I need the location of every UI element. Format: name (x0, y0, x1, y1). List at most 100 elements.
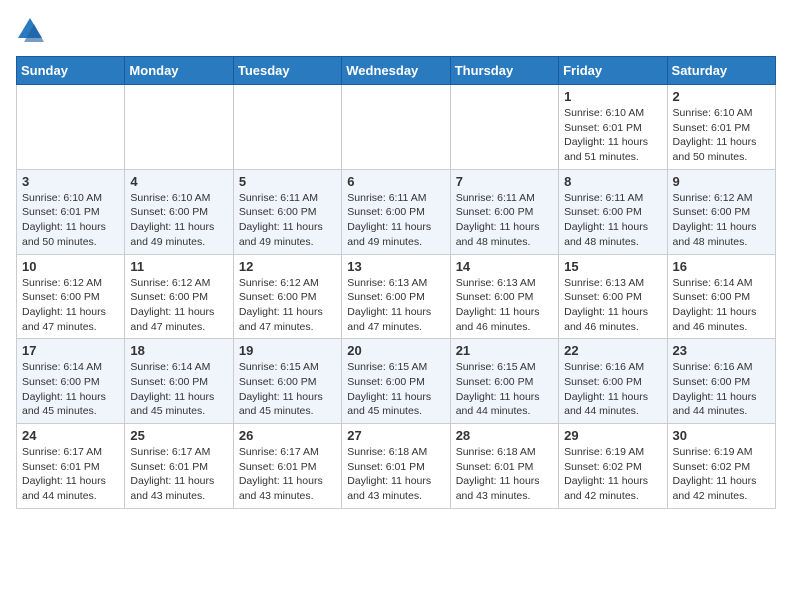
calendar-day-cell: 27 Sunrise: 6:18 AM Sunset: 6:01 PM Dayli… (342, 424, 450, 509)
day-of-week-header: Saturday (667, 57, 775, 85)
calendar-day-cell: 10 Sunrise: 6:12 AM Sunset: 6:00 PM Dayli… (17, 254, 125, 339)
day-number: 27 (347, 428, 444, 443)
calendar-day-cell (125, 85, 233, 170)
day-number: 3 (22, 174, 119, 189)
day-info: Sunrise: 6:14 AM Sunset: 6:00 PM Dayligh… (673, 276, 770, 335)
day-of-week-header: Friday (559, 57, 667, 85)
day-of-week-header: Sunday (17, 57, 125, 85)
day-info: Sunrise: 6:19 AM Sunset: 6:02 PM Dayligh… (564, 445, 661, 504)
calendar-header-row: SundayMondayTuesdayWednesdayThursdayFrid… (17, 57, 776, 85)
calendar-week-row: 17 Sunrise: 6:14 AM Sunset: 6:00 PM Dayli… (17, 339, 776, 424)
day-info: Sunrise: 6:11 AM Sunset: 6:00 PM Dayligh… (456, 191, 553, 250)
calendar-day-cell: 30 Sunrise: 6:19 AM Sunset: 6:02 PM Dayli… (667, 424, 775, 509)
day-info: Sunrise: 6:19 AM Sunset: 6:02 PM Dayligh… (673, 445, 770, 504)
calendar-week-row: 3 Sunrise: 6:10 AM Sunset: 6:01 PM Daylig… (17, 169, 776, 254)
day-number: 28 (456, 428, 553, 443)
calendar-day-cell: 8Sunrise: 6:11 AM Sunset: 6:00 PM Daylig… (559, 169, 667, 254)
day-info: Sunrise: 6:16 AM Sunset: 6:00 PM Dayligh… (673, 360, 770, 419)
day-info: Sunrise: 6:12 AM Sunset: 6:00 PM Dayligh… (22, 276, 119, 335)
day-info: Sunrise: 6:17 AM Sunset: 6:01 PM Dayligh… (22, 445, 119, 504)
calendar-day-cell: 14 Sunrise: 6:13 AM Sunset: 6:00 PM Dayli… (450, 254, 558, 339)
day-number: 5 (239, 174, 336, 189)
day-info: Sunrise: 6:12 AM Sunset: 6:00 PM Dayligh… (673, 191, 770, 250)
calendar-day-cell (342, 85, 450, 170)
day-of-week-header: Wednesday (342, 57, 450, 85)
day-info: Sunrise: 6:10 AM Sunset: 6:00 PM Dayligh… (130, 191, 227, 250)
calendar-day-cell: 21Sunrise: 6:15 AM Sunset: 6:00 PM Dayli… (450, 339, 558, 424)
calendar-day-cell (17, 85, 125, 170)
day-number: 30 (673, 428, 770, 443)
day-info: Sunrise: 6:11 AM Sunset: 6:00 PM Dayligh… (564, 191, 661, 250)
calendar-day-cell: 11Sunrise: 6:12 AM Sunset: 6:00 PM Dayli… (125, 254, 233, 339)
day-number: 6 (347, 174, 444, 189)
calendar-week-row: 1 Sunrise: 6:10 AM Sunset: 6:01 PM Daylig… (17, 85, 776, 170)
day-info: Sunrise: 6:11 AM Sunset: 6:00 PM Dayligh… (239, 191, 336, 250)
day-number: 15 (564, 259, 661, 274)
day-number: 13 (347, 259, 444, 274)
day-info: Sunrise: 6:15 AM Sunset: 6:00 PM Dayligh… (239, 360, 336, 419)
day-number: 1 (564, 89, 661, 104)
calendar-day-cell: 19 Sunrise: 6:15 AM Sunset: 6:00 PM Dayli… (233, 339, 341, 424)
day-info: Sunrise: 6:12 AM Sunset: 6:00 PM Dayligh… (239, 276, 336, 335)
day-number: 11 (130, 259, 227, 274)
calendar-day-cell: 28 Sunrise: 6:18 AM Sunset: 6:01 PM Dayli… (450, 424, 558, 509)
day-number: 23 (673, 343, 770, 358)
day-info: Sunrise: 6:14 AM Sunset: 6:00 PM Dayligh… (22, 360, 119, 419)
day-number: 10 (22, 259, 119, 274)
calendar-week-row: 24 Sunrise: 6:17 AM Sunset: 6:01 PM Dayli… (17, 424, 776, 509)
calendar-day-cell: 17 Sunrise: 6:14 AM Sunset: 6:00 PM Dayli… (17, 339, 125, 424)
calendar-day-cell: 16 Sunrise: 6:14 AM Sunset: 6:00 PM Dayli… (667, 254, 775, 339)
day-number: 24 (22, 428, 119, 443)
day-number: 14 (456, 259, 553, 274)
page-header (16, 16, 776, 44)
day-number: 2 (673, 89, 770, 104)
day-info: Sunrise: 6:14 AM Sunset: 6:00 PM Dayligh… (130, 360, 227, 419)
day-number: 4 (130, 174, 227, 189)
calendar-day-cell: 23 Sunrise: 6:16 AM Sunset: 6:00 PM Dayli… (667, 339, 775, 424)
day-number: 19 (239, 343, 336, 358)
day-info: Sunrise: 6:15 AM Sunset: 6:00 PM Dayligh… (347, 360, 444, 419)
calendar-day-cell: 22Sunrise: 6:16 AM Sunset: 6:00 PM Dayli… (559, 339, 667, 424)
calendar-day-cell: 2 Sunrise: 6:10 AM Sunset: 6:01 PM Daylig… (667, 85, 775, 170)
calendar-day-cell: 7 Sunrise: 6:11 AM Sunset: 6:00 PM Daylig… (450, 169, 558, 254)
day-of-week-header: Thursday (450, 57, 558, 85)
calendar-day-cell: 4 Sunrise: 6:10 AM Sunset: 6:00 PM Daylig… (125, 169, 233, 254)
day-of-week-header: Monday (125, 57, 233, 85)
day-number: 26 (239, 428, 336, 443)
day-info: Sunrise: 6:10 AM Sunset: 6:01 PM Dayligh… (564, 106, 661, 165)
calendar-day-cell: 26 Sunrise: 6:17 AM Sunset: 6:01 PM Dayli… (233, 424, 341, 509)
day-info: Sunrise: 6:16 AM Sunset: 6:00 PM Dayligh… (564, 360, 661, 419)
day-number: 16 (673, 259, 770, 274)
calendar-week-row: 10 Sunrise: 6:12 AM Sunset: 6:00 PM Dayli… (17, 254, 776, 339)
calendar-day-cell: 29Sunrise: 6:19 AM Sunset: 6:02 PM Dayli… (559, 424, 667, 509)
day-number: 17 (22, 343, 119, 358)
day-number: 20 (347, 343, 444, 358)
calendar-day-cell: 24 Sunrise: 6:17 AM Sunset: 6:01 PM Dayli… (17, 424, 125, 509)
calendar-day-cell: 12 Sunrise: 6:12 AM Sunset: 6:00 PM Dayli… (233, 254, 341, 339)
calendar-day-cell: 18 Sunrise: 6:14 AM Sunset: 6:00 PM Dayli… (125, 339, 233, 424)
day-info: Sunrise: 6:18 AM Sunset: 6:01 PM Dayligh… (456, 445, 553, 504)
day-info: Sunrise: 6:13 AM Sunset: 6:00 PM Dayligh… (347, 276, 444, 335)
calendar-day-cell: 25Sunrise: 6:17 AM Sunset: 6:01 PM Dayli… (125, 424, 233, 509)
calendar-table: SundayMondayTuesdayWednesdayThursdayFrid… (16, 56, 776, 509)
day-info: Sunrise: 6:13 AM Sunset: 6:00 PM Dayligh… (564, 276, 661, 335)
day-info: Sunrise: 6:10 AM Sunset: 6:01 PM Dayligh… (673, 106, 770, 165)
day-of-week-header: Tuesday (233, 57, 341, 85)
calendar-day-cell: 6 Sunrise: 6:11 AM Sunset: 6:00 PM Daylig… (342, 169, 450, 254)
calendar-day-cell (233, 85, 341, 170)
day-number: 7 (456, 174, 553, 189)
calendar-day-cell: 3 Sunrise: 6:10 AM Sunset: 6:01 PM Daylig… (17, 169, 125, 254)
day-info: Sunrise: 6:11 AM Sunset: 6:00 PM Dayligh… (347, 191, 444, 250)
calendar-day-cell: 1 Sunrise: 6:10 AM Sunset: 6:01 PM Daylig… (559, 85, 667, 170)
day-info: Sunrise: 6:17 AM Sunset: 6:01 PM Dayligh… (239, 445, 336, 504)
day-number: 12 (239, 259, 336, 274)
day-info: Sunrise: 6:13 AM Sunset: 6:00 PM Dayligh… (456, 276, 553, 335)
day-number: 18 (130, 343, 227, 358)
calendar-day-cell: 5 Sunrise: 6:11 AM Sunset: 6:00 PM Daylig… (233, 169, 341, 254)
day-info: Sunrise: 6:10 AM Sunset: 6:01 PM Dayligh… (22, 191, 119, 250)
day-number: 21 (456, 343, 553, 358)
logo (16, 16, 48, 44)
calendar-day-cell: 20 Sunrise: 6:15 AM Sunset: 6:00 PM Dayli… (342, 339, 450, 424)
day-info: Sunrise: 6:18 AM Sunset: 6:01 PM Dayligh… (347, 445, 444, 504)
day-number: 9 (673, 174, 770, 189)
